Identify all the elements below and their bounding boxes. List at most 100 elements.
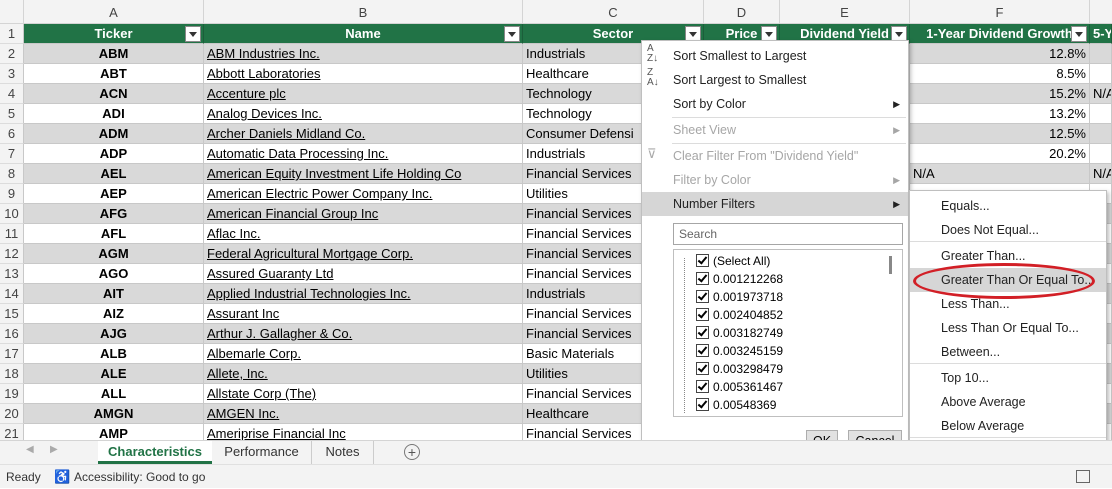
company-link[interactable]: Allstate Corp (The) — [207, 386, 316, 401]
cell-dividend-growth[interactable]: 8.5% — [910, 64, 1090, 84]
filter-dropdown-button[interactable] — [1071, 26, 1087, 42]
checkbox-checked-icon[interactable] — [696, 380, 709, 393]
cell-five-year[interactable] — [1090, 44, 1112, 64]
company-link[interactable]: Accenture plc — [207, 86, 286, 101]
row-number[interactable]: 7 — [0, 144, 24, 164]
row-number[interactable]: 20 — [0, 404, 24, 424]
checkbox-checked-icon[interactable] — [696, 326, 709, 339]
company-link[interactable]: Analog Devices Inc. — [207, 106, 322, 121]
row-number[interactable]: 19 — [0, 384, 24, 404]
cell-name[interactable]: Aflac Inc. — [204, 224, 523, 244]
company-link[interactable]: Assurant Inc — [207, 306, 279, 321]
row-number[interactable]: 3 — [0, 64, 24, 84]
row-number[interactable]: 18 — [0, 364, 24, 384]
checkbox-checked-icon[interactable] — [696, 344, 709, 357]
column-letter-a[interactable]: A — [24, 0, 204, 24]
row-number[interactable]: 2 — [0, 44, 24, 64]
company-link[interactable]: Automatic Data Processing Inc. — [207, 146, 388, 161]
list-scrollbar[interactable] — [889, 256, 892, 274]
menu-sort-descending[interactable]: Sort Largest to Smallest — [642, 68, 908, 92]
submenu-item[interactable]: Top 10... — [910, 366, 1106, 390]
row-number[interactable]: 12 — [0, 244, 24, 264]
company-link[interactable]: Archer Daniels Midland Co. — [207, 126, 365, 141]
company-link[interactable]: American Equity Investment Life Holding … — [207, 166, 461, 181]
submenu-item[interactable]: Equals... — [910, 194, 1106, 218]
cell-name[interactable]: Accenture plc — [204, 84, 523, 104]
cell-dividend-growth[interactable]: N/A — [910, 164, 1090, 184]
menu-sort-by-color[interactable]: Sort by Color ▶ — [642, 92, 908, 116]
cell-name[interactable]: Albemarle Corp. — [204, 344, 523, 364]
menu-sort-ascending[interactable]: Sort Smallest to Largest — [642, 44, 908, 68]
cell-five-year[interactable] — [1090, 64, 1112, 84]
cell-ticker[interactable]: AEP — [24, 184, 204, 204]
filter-search-input[interactable]: Search — [673, 223, 903, 245]
row-number[interactable]: 11 — [0, 224, 24, 244]
cell-ticker[interactable]: AGO — [24, 264, 204, 284]
company-link[interactable]: Abbott Laboratories — [207, 66, 320, 81]
company-link[interactable]: Federal Agricultural Mortgage Corp. — [207, 246, 413, 261]
cell-ticker[interactable]: AJG — [24, 324, 204, 344]
row-number[interactable]: 16 — [0, 324, 24, 344]
row-number[interactable]: 13 — [0, 264, 24, 284]
filter-value-item[interactable]: 0.005361467 — [696, 378, 783, 396]
cell-ticker[interactable]: ABM — [24, 44, 204, 64]
filter-dropdown-button[interactable] — [185, 26, 201, 42]
column-letter-e[interactable]: E — [780, 0, 910, 24]
add-sheet-icon[interactable]: + — [404, 444, 420, 460]
cell-name[interactable]: ABM Industries Inc. — [204, 44, 523, 64]
submenu-item[interactable]: Below Average — [910, 414, 1106, 438]
cell-five-year[interactable] — [1090, 124, 1112, 144]
filter-value-item[interactable]: (Select All) — [696, 252, 770, 270]
column-letter-b[interactable]: B — [204, 0, 523, 24]
submenu-item[interactable]: Less Than Or Equal To... — [910, 316, 1106, 340]
select-all-corner[interactable] — [0, 0, 24, 24]
tab-performance[interactable]: Performance — [212, 441, 312, 464]
cell-ticker[interactable]: ALB — [24, 344, 204, 364]
filter-values-list[interactable]: (Select All) 0.001212268 0.001973718 0.0024… — [673, 249, 903, 417]
row-number[interactable]: 15 — [0, 304, 24, 324]
cell-ticker[interactable]: AMGN — [24, 404, 204, 424]
cell-ticker[interactable]: ADI — [24, 104, 204, 124]
row-number[interactable]: 9 — [0, 184, 24, 204]
company-link[interactable]: ABM Industries Inc. — [207, 46, 320, 61]
filter-dropdown-button[interactable] — [504, 26, 520, 42]
cell-name[interactable]: Arthur J. Gallagher & Co. — [204, 324, 523, 344]
tab-characteristics[interactable]: Characteristics — [98, 441, 212, 464]
checkbox-checked-icon[interactable] — [696, 308, 709, 321]
company-link[interactable]: Arthur J. Gallagher & Co. — [207, 326, 352, 341]
checkbox-checked-icon[interactable] — [696, 398, 709, 411]
cell-ticker[interactable]: AGM — [24, 244, 204, 264]
cell-name[interactable]: AMGEN Inc. — [204, 404, 523, 424]
tab-notes[interactable]: Notes — [312, 441, 374, 464]
cell-dividend-growth[interactable]: 20.2% — [910, 144, 1090, 164]
cell-name[interactable]: Assurant Inc — [204, 304, 523, 324]
cell-ticker[interactable]: ALL — [24, 384, 204, 404]
cell-five-year[interactable] — [1090, 104, 1112, 124]
cell-dividend-growth[interactable]: 15.2% — [910, 84, 1090, 104]
cell-dividend-growth[interactable]: 12.5% — [910, 124, 1090, 144]
row-number[interactable]: 10 — [0, 204, 24, 224]
normal-view-icon[interactable] — [1076, 470, 1090, 483]
cell-five-year[interactable]: N/A — [1090, 84, 1112, 104]
submenu-item[interactable]: Does Not Equal... — [910, 218, 1106, 242]
company-link[interactable]: Assured Guaranty Ltd — [207, 266, 333, 281]
scroll-left-icon[interactable]: ◀ — [26, 444, 34, 455]
company-link[interactable]: Ameriprise Financial Inc — [207, 426, 346, 440]
cell-ticker[interactable]: ADM — [24, 124, 204, 144]
company-link[interactable]: Albemarle Corp. — [207, 346, 301, 361]
row-number[interactable]: 21 — [0, 424, 24, 440]
row-number[interactable]: 6 — [0, 124, 24, 144]
checkbox-checked-icon[interactable] — [696, 254, 709, 267]
cell-name[interactable]: Ameriprise Financial Inc — [204, 424, 523, 440]
cell-name[interactable]: Archer Daniels Midland Co. — [204, 124, 523, 144]
cell-name[interactable]: American Equity Investment Life Holding … — [204, 164, 523, 184]
cell-name[interactable]: Automatic Data Processing Inc. — [204, 144, 523, 164]
filter-value-item[interactable]: 0.002404852 — [696, 306, 783, 324]
cell-ticker[interactable]: AFG — [24, 204, 204, 224]
column-letter-f[interactable]: F — [910, 0, 1090, 24]
company-link[interactable]: Aflac Inc. — [207, 226, 260, 241]
status-accessibility[interactable]: Accessibility: Good to go — [74, 465, 205, 489]
cell-name[interactable]: American Financial Group Inc — [204, 204, 523, 224]
cell-dividend-growth[interactable]: 12.8% — [910, 44, 1090, 64]
cell-name[interactable]: Allstate Corp (The) — [204, 384, 523, 404]
